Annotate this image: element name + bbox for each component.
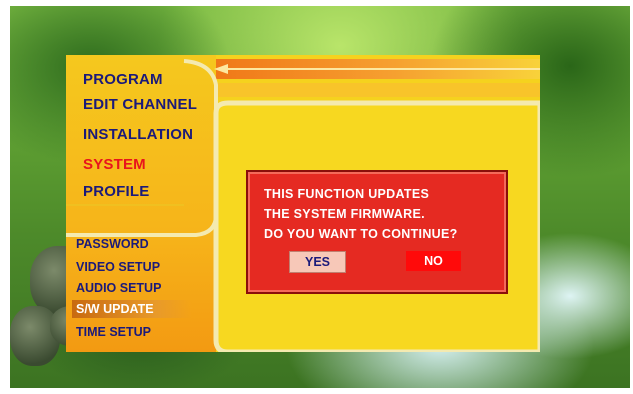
submenu-item-time-setup[interactable]: TIME SETUP xyxy=(72,323,155,341)
dialog-message-line: THE SYSTEM FIRMWARE. xyxy=(264,207,425,221)
submenu-item-sw-update[interactable]: S/W UPDATE xyxy=(72,300,192,318)
menu-item-installation[interactable]: INSTALLATION xyxy=(83,126,193,143)
dialog-message-line: DO YOU WANT TO CONTINUE? xyxy=(264,227,458,241)
menu-item-system[interactable]: SYSTEM xyxy=(83,156,146,173)
yes-button[interactable]: YES xyxy=(289,251,346,273)
menu-item-profile[interactable]: PROFILE xyxy=(83,183,149,200)
no-button[interactable]: NO xyxy=(406,251,461,271)
confirm-dialog: THIS FUNCTION UPDATES THE SYSTEM FIRMWAR… xyxy=(246,170,508,294)
menu-item-program[interactable]: PROGRAM xyxy=(83,71,163,88)
submenu-item-password[interactable]: PASSWORD xyxy=(72,235,153,253)
menu-item-edit-channel[interactable]: EDIT CHANNEL xyxy=(83,96,197,113)
submenu-item-audio-setup[interactable]: AUDIO SETUP xyxy=(72,279,165,297)
submenu-item-video-setup[interactable]: VIDEO SETUP xyxy=(72,258,164,276)
dialog-message-line: THIS FUNCTION UPDATES xyxy=(264,187,430,201)
